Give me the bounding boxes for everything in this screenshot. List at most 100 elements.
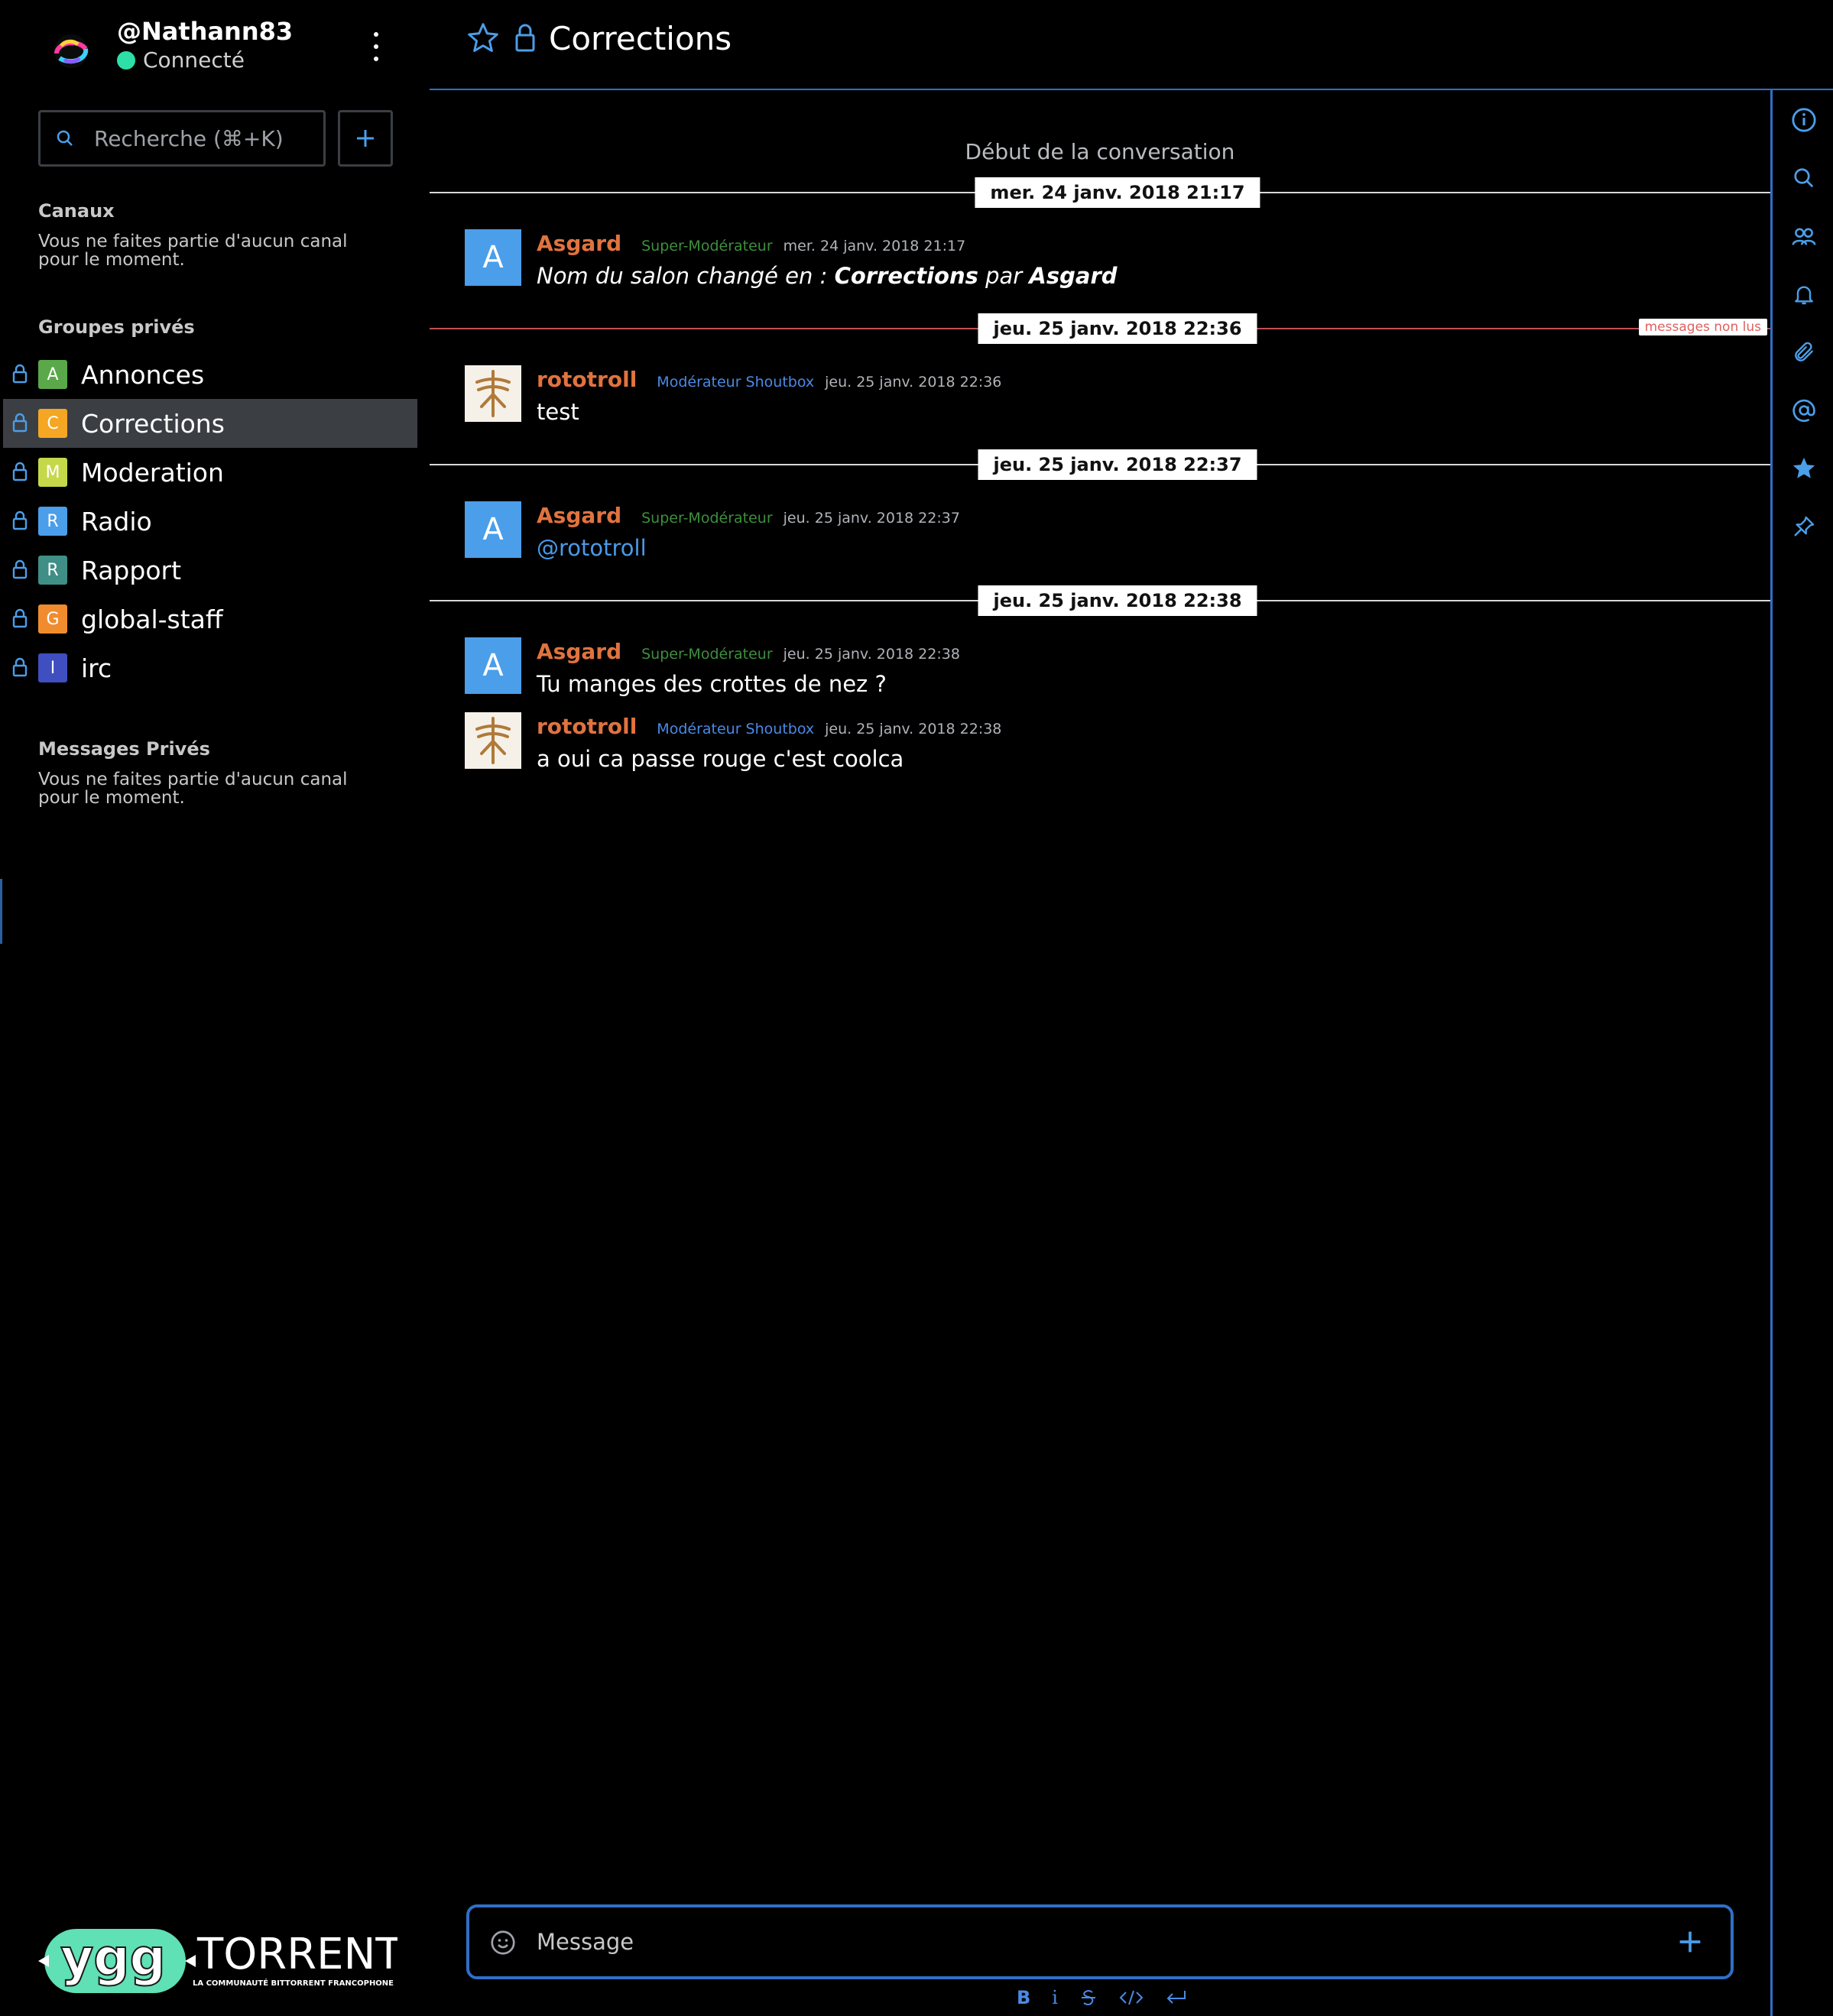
message-timestamp[interactable]: jeu. 25 janv. 2018 22:37	[783, 510, 960, 527]
unread-messages-badge: messages non lus	[1638, 319, 1767, 335]
paperclip-icon[interactable]	[1789, 338, 1818, 367]
lock-icon	[12, 462, 28, 481]
message-header: Asgard Super-Modérateur jeu. 25 janv. 20…	[537, 503, 960, 528]
conversation-start-label: Début de la conversation	[965, 139, 1235, 164]
message-author[interactable]: Asgard	[537, 231, 621, 256]
sidebar-item-radio[interactable]: R Radio	[0, 497, 419, 546]
user-avatar[interactable]	[44, 24, 98, 78]
user-role-badge: Super-Modérateur	[641, 510, 773, 527]
message-item: rototroll Modérateur Shoutbox jeu. 25 ja…	[465, 712, 1688, 773]
channels-section-title: Canaux	[38, 200, 115, 222]
favorite-star-icon[interactable]	[466, 21, 500, 55]
channels-empty-text: Vous ne faites partie d'aucun canal pour…	[38, 232, 348, 270]
lock-icon	[12, 657, 28, 677]
sidebar-item-label: irc	[81, 653, 112, 683]
room-header: Corrections	[430, 0, 1833, 90]
message-header: Asgard Super-Modérateur mer. 24 janv. 20…	[537, 231, 965, 256]
sidebar-item-label: Rapport	[81, 555, 182, 585]
message-author[interactable]: rototroll	[537, 714, 637, 739]
sidebar-item-irc[interactable]: Iirc	[0, 643, 419, 692]
message-list: Début de la conversation mer. 24 janv. 2…	[430, 92, 1770, 1895]
logo-tagline: LA COMMUNAUTÉ BITTORRENT FRANCOPHONE	[193, 1978, 394, 1988]
room-toolbar	[1770, 90, 1833, 2016]
message-input[interactable]: Message	[537, 1929, 634, 1955]
sidebar-item-corrections[interactable]: C Corrections	[3, 399, 417, 448]
emoji-icon[interactable]	[489, 1929, 517, 1956]
ygg-torrent-logo: ygg TORRENT LA COMMUNAUTÉ BITTORRENT FRA…	[38, 1927, 397, 1993]
sidebar-edge-indicator	[0, 879, 2, 944]
message-header: rototroll Modérateur Shoutbox jeu. 25 ja…	[537, 714, 1001, 739]
message-timestamp[interactable]: jeu. 25 janv. 2018 22:38	[825, 721, 1001, 737]
logo-word: TORRENT	[196, 1930, 397, 1979]
message-author[interactable]: Asgard	[537, 503, 621, 528]
date-separator: jeu. 25 janv. 2018 22:36	[978, 313, 1257, 344]
formatting-toolbar: B i	[1017, 1984, 1209, 2011]
plus-icon	[357, 130, 374, 147]
avatar[interactable]: A	[465, 501, 521, 558]
avatar[interactable]	[465, 712, 521, 769]
lock-icon	[12, 364, 28, 384]
code-icon[interactable]	[1119, 1988, 1144, 2007]
add-attachment-icon[interactable]	[1677, 1929, 1703, 1955]
sidebar-item-label: Annonces	[81, 359, 205, 390]
message-timestamp[interactable]: jeu. 25 janv. 2018 22:36	[825, 374, 1001, 391]
group-avatar: C	[38, 409, 67, 438]
search-placeholder: Recherche (⌘+K)	[94, 125, 284, 151]
group-avatar: R	[38, 556, 67, 585]
lock-icon	[12, 413, 28, 433]
dm-section-title: Messages Privés	[38, 738, 210, 760]
group-avatar: A	[38, 360, 67, 389]
bell-icon[interactable]	[1789, 280, 1818, 309]
multiline-enter-icon[interactable]	[1165, 1988, 1188, 2007]
search-input[interactable]: Recherche (⌘+K)	[38, 110, 326, 167]
avatar[interactable]: A	[465, 637, 521, 694]
date-separator: jeu. 25 janv. 2018 22:38	[978, 585, 1257, 616]
sidebar-item-label: Radio	[81, 506, 152, 536]
avatar[interactable]: A	[465, 229, 521, 286]
sidebar-item-annonces[interactable]: A Annonces	[0, 350, 419, 399]
message-item: A Asgard Super-Modérateur jeu. 25 janv. …	[465, 637, 1688, 698]
message-author[interactable]: Asgard	[537, 639, 621, 664]
user-status: Connecté	[117, 47, 245, 73]
members-icon[interactable]	[1789, 222, 1818, 251]
user-mention-link[interactable]: @rototroll	[537, 535, 647, 561]
message-item: A Asgard Super-Modérateur mer. 24 janv. …	[465, 229, 1688, 290]
system-message-text: Nom du salon changé en : Corrections par…	[537, 263, 1118, 289]
strikethrough-icon[interactable]	[1079, 1988, 1098, 2008]
lock-icon	[12, 510, 28, 530]
message-composer[interactable]: Message	[466, 1904, 1734, 1979]
group-avatar: G	[38, 604, 67, 634]
private-lock-icon	[515, 24, 535, 52]
starred-messages-icon[interactable]	[1789, 454, 1818, 483]
group-avatar: M	[38, 458, 67, 487]
date-separator: jeu. 25 janv. 2018 22:37	[978, 449, 1257, 480]
pinned-messages-icon[interactable]	[1789, 512, 1818, 541]
message-header: Asgard Super-Modérateur jeu. 25 janv. 20…	[537, 639, 960, 664]
create-new-button[interactable]	[338, 110, 393, 167]
online-status-icon	[117, 50, 135, 70]
message-timestamp[interactable]: jeu. 25 janv. 2018 22:38	[783, 646, 960, 663]
italic-button[interactable]: i	[1052, 1987, 1058, 2008]
user-role-badge: Modérateur Shoutbox	[657, 721, 815, 737]
info-icon[interactable]	[1789, 105, 1818, 135]
search-messages-icon[interactable]	[1789, 164, 1818, 193]
message-text: test	[537, 399, 579, 425]
sidebar-item-label: Corrections	[81, 408, 225, 439]
message-text: @rototroll	[537, 535, 647, 561]
at-mentions-icon[interactable]	[1789, 396, 1818, 425]
search-icon	[57, 130, 73, 146]
sidebar-item-global-staff[interactable]: Gglobal-staff	[0, 595, 419, 643]
system-user-name: Asgard	[1029, 263, 1118, 289]
message-item: A Asgard Super-Modérateur jeu. 25 janv. …	[465, 501, 1688, 562]
sidebar: @Nathann83 Connecté Recherche (⌘+K) Cana…	[0, 0, 430, 2016]
sidebar-item-moderation[interactable]: M Moderation	[0, 448, 419, 497]
bold-button[interactable]: B	[1017, 1987, 1030, 2008]
sidebar-item-rapport[interactable]: R Rapport	[0, 546, 419, 595]
avatar[interactable]	[465, 365, 521, 422]
user-block[interactable]: @Nathann83 Connecté	[38, 17, 397, 86]
message-author[interactable]: rototroll	[537, 367, 637, 392]
message-timestamp[interactable]: mer. 24 janv. 2018 21:17	[783, 238, 966, 254]
more-options-icon[interactable]	[367, 28, 385, 66]
message-text: a oui ca passe rouge c'est coolca	[537, 746, 904, 772]
date-separator: mer. 24 janv. 2018 21:17	[975, 177, 1260, 208]
